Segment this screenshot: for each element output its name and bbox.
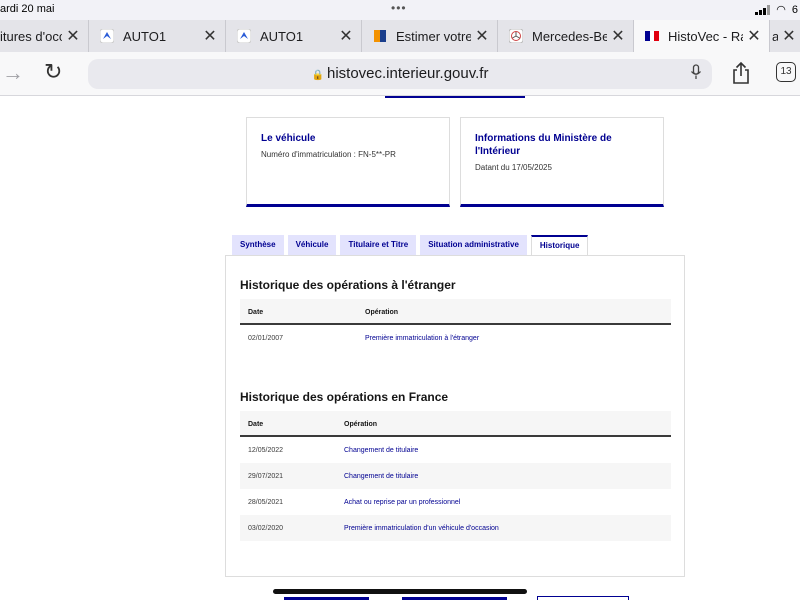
url-display: 🔒 histovec.interieur.gouv.fr	[88, 65, 712, 82]
browser-tab[interactable]: Mercedes-Benz ✕	[498, 20, 634, 52]
auto1-logo-icon	[99, 28, 115, 44]
tab-title: Mercedes-Benz	[532, 28, 607, 44]
row-operation: Changement de titulaire	[344, 447, 419, 454]
browser-toolbar: → ↻ 🔒 histovec.interieur.gouv.fr 13	[0, 52, 800, 96]
report-tabs: Synthèse Véhicule Titulaire et Titre Sit…	[232, 235, 589, 255]
tab-title: itures d'occa	[0, 28, 62, 44]
historique-panel: Historique des opérations à l'étranger D…	[225, 255, 685, 577]
tab-titulaire[interactable]: Titulaire et Titre	[340, 235, 417, 255]
tab-title: Estimer votre a	[396, 28, 471, 44]
status-bar: ardi 20 mai ••• ◠ 6	[0, 0, 800, 20]
close-icon[interactable]: ✕	[199, 26, 221, 46]
browser-tab[interactable]: itures d'occa ✕	[0, 20, 89, 52]
table-row: 12/05/2022 Changement de titulaire	[240, 437, 671, 463]
microphone-icon[interactable]	[690, 64, 702, 84]
card-text: Datant du 17/05/2025	[475, 163, 552, 172]
browser-tab-active[interactable]: HistoVec - Rapp ✕	[634, 20, 770, 52]
tab-title: HistoVec - Rapp	[668, 28, 743, 44]
row-date: 12/05/2022	[248, 447, 284, 454]
table-row: 02/01/2007 Première immatriculation à l'…	[240, 325, 671, 351]
row-operation: Première immatriculation d'un véhicule d…	[344, 525, 499, 532]
close-icon[interactable]: ✕	[743, 26, 765, 46]
column-header-date: Date	[248, 309, 264, 316]
tab-synthese[interactable]: Synthèse	[232, 235, 284, 255]
tab-count-button[interactable]: 13	[776, 62, 796, 82]
section-title-foreign: Historique des opérations à l'étranger	[240, 278, 456, 292]
signal-icon	[755, 4, 771, 15]
browser-tab[interactable]: AUTO1 ✕	[226, 20, 362, 52]
status-indicators: ◠ 6	[755, 3, 798, 16]
tab-situation[interactable]: Situation administrative	[420, 235, 527, 255]
vehicle-card: Le véhicule Numéro d'immatriculation : F…	[246, 117, 450, 207]
url-text: histovec.interieur.gouv.fr	[326, 65, 489, 82]
forward-arrow-icon[interactable]: →	[2, 60, 24, 86]
ministry-info-card: Informations du Ministère de l'Intérieur…	[460, 117, 664, 207]
row-date: 03/02/2020	[248, 525, 284, 532]
close-icon[interactable]: ✕	[607, 26, 629, 46]
close-icon[interactable]: ✕	[471, 26, 493, 46]
reload-icon[interactable]: ↻	[44, 59, 62, 85]
table-header: Date Opération	[240, 299, 671, 325]
page-content: Le véhicule Numéro d'immatriculation : F…	[0, 96, 800, 600]
battery-level: 6	[791, 3, 798, 16]
card-text: Numéro d'immatriculation : FN-5**-PR	[261, 150, 396, 159]
browser-tab[interactable]: Estimer votre a ✕	[362, 20, 498, 52]
card-title: Informations du Ministère de l'Intérieur	[475, 133, 612, 157]
nav-underline	[385, 96, 525, 98]
close-icon[interactable]: ✕	[778, 26, 800, 46]
french-flag-icon	[644, 28, 660, 44]
browser-tab[interactable]: a ✕	[770, 20, 800, 52]
lock-icon: 🔒	[311, 70, 324, 81]
row-date: 29/07/2021	[248, 473, 284, 480]
close-icon[interactable]: ✕	[62, 26, 84, 46]
row-date: 02/01/2007	[248, 335, 284, 342]
column-header-operation: Opération	[365, 309, 399, 316]
mercedes-logo-icon	[508, 28, 524, 44]
section-title-france: Historique des opérations en France	[240, 390, 449, 404]
multitasking-dots-icon[interactable]: •••	[391, 1, 407, 15]
browser-tab[interactable]: AUTO1 ✕	[89, 20, 226, 52]
bottom-outline-button[interactable]	[537, 596, 629, 600]
auto1-logo-icon	[236, 28, 252, 44]
close-icon[interactable]: ✕	[335, 26, 357, 46]
france-operations-table: Date Opération 12/05/2022 Changement de …	[240, 411, 671, 541]
row-operation: Changement de titulaire	[344, 473, 419, 480]
row-date: 28/05/2021	[248, 499, 284, 506]
table-row: 29/07/2021 Changement de titulaire	[240, 463, 671, 489]
address-bar[interactable]: 🔒 histovec.interieur.gouv.fr	[88, 59, 712, 89]
table-row: 28/05/2021 Achat ou reprise par un profe…	[240, 489, 671, 515]
share-icon[interactable]	[731, 61, 751, 91]
status-time: ardi 20 mai	[0, 3, 55, 15]
home-indicator[interactable]	[273, 589, 527, 594]
tab-title: AUTO1	[123, 28, 167, 44]
row-operation: Achat ou reprise par un professionnel	[344, 499, 461, 506]
orange-blue-flag-icon	[372, 28, 388, 44]
foreign-operations-table: Date Opération 02/01/2007 Première immat…	[240, 299, 671, 351]
row-operation: Première immatriculation à l'étranger	[365, 335, 480, 342]
card-title: Le véhicule	[261, 133, 316, 144]
wifi-icon: ◠	[776, 4, 786, 16]
table-header: Date Opération	[240, 411, 671, 437]
tab-title: AUTO1	[260, 28, 304, 44]
tab-vehicule[interactable]: Véhicule	[287, 235, 337, 255]
column-header-operation: Opération	[344, 421, 378, 428]
tab-historique[interactable]: Historique	[530, 235, 589, 255]
browser-tab-bar: itures d'occa ✕ AUTO1 ✕ AUTO1 ✕ Estimer …	[0, 20, 800, 52]
column-header-date: Date	[248, 421, 264, 428]
table-row: 03/02/2020 Première immatriculation d'un…	[240, 515, 671, 541]
tab-title: a	[772, 28, 778, 44]
